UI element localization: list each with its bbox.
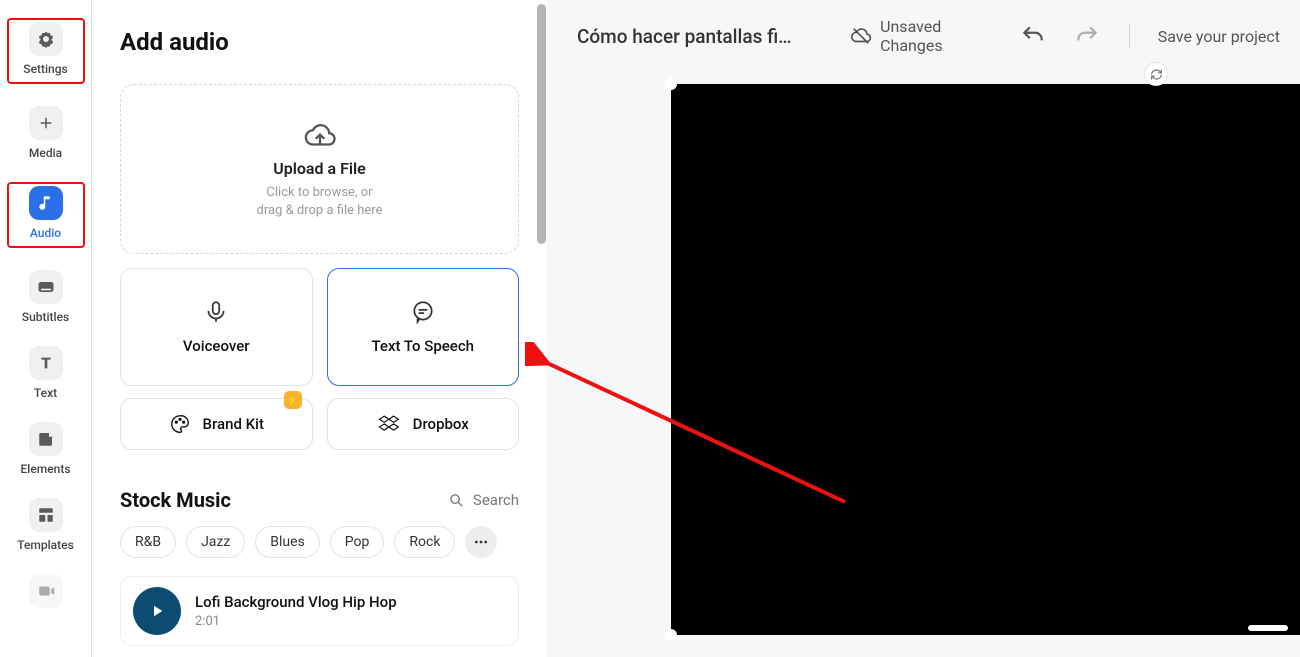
unsaved-indicator: Unsaved Changes — [850, 17, 991, 55]
sidebar-item-label: Settings — [23, 62, 67, 76]
genre-chip[interactable]: Blues — [255, 526, 320, 558]
genre-more-button[interactable] — [465, 526, 497, 558]
upload-title: Upload a File — [273, 159, 366, 178]
sidebar-item-label: Text — [34, 386, 57, 400]
subtitle-icon — [29, 270, 63, 304]
play-button[interactable] — [133, 587, 181, 635]
ellipsis-icon — [473, 534, 489, 550]
plus-icon — [29, 106, 63, 140]
divider — [1129, 23, 1130, 49]
sidebar-item-label: Elements — [21, 462, 71, 476]
resize-handle-top-left[interactable] — [665, 78, 677, 90]
sidebar-item-text[interactable]: Text — [11, 346, 81, 400]
record-icon — [29, 574, 63, 608]
palette-icon — [169, 413, 191, 435]
dropbox-icon — [377, 413, 401, 435]
highlight-audio: Audio — [7, 182, 85, 248]
sidebar: Settings Media Audio Subtitles — [0, 0, 92, 657]
voiceover-label: Voiceover — [183, 337, 250, 355]
cloud-off-icon — [850, 25, 872, 47]
sidebar-item-subtitles[interactable]: Subtitles — [11, 270, 81, 324]
genre-chip[interactable]: Pop — [330, 526, 385, 558]
upload-dropzone[interactable]: Upload a File Click to browse, or drag &… — [120, 84, 519, 254]
brand-kit-button[interactable]: ⚡ Brand Kit — [120, 398, 313, 450]
resize-handle-bottom[interactable] — [1248, 625, 1288, 631]
track-title: Lofi Background Vlog Hip Hop — [195, 593, 397, 611]
text-to-speech-card[interactable]: Text To Speech — [327, 268, 520, 386]
sidebar-item-record[interactable] — [11, 574, 81, 608]
project-title[interactable]: Cómo hacer pantallas final... — [577, 25, 794, 48]
stock-search-button[interactable]: Search — [448, 491, 519, 509]
undo-button[interactable] — [1019, 21, 1046, 51]
canvas-column: Cómo hacer pantallas final... Unsaved Ch… — [547, 0, 1300, 657]
save-project-button[interactable]: Save your project — [1158, 27, 1280, 46]
panel-title: Add audio — [120, 28, 519, 56]
tts-label: Text To Speech — [371, 337, 474, 355]
sticker-icon — [29, 422, 63, 456]
redo-button[interactable] — [1074, 21, 1101, 51]
genre-chips: R&B Jazz Blues Pop Rock — [120, 526, 519, 558]
sidebar-item-label: Subtitles — [22, 310, 69, 324]
sidebar-item-label: Media — [29, 146, 62, 160]
text-icon — [29, 346, 63, 380]
microphone-icon — [203, 299, 229, 325]
sidebar-item-settings[interactable]: Settings — [11, 22, 81, 76]
search-icon — [448, 492, 465, 509]
track-item[interactable]: Lofi Background Vlog Hip Hop 2:01 — [120, 576, 519, 646]
voiceover-card[interactable]: Voiceover — [120, 268, 313, 386]
resize-handle-bottom-left[interactable] — [665, 629, 677, 641]
unsaved-label: Unsaved Changes — [880, 17, 991, 55]
gear-icon — [29, 22, 63, 56]
stock-music-title: Stock Music — [120, 488, 231, 512]
sync-icon — [1144, 62, 1168, 86]
panel-add-audio: Add audio Upload a File Click to browse,… — [92, 0, 547, 657]
video-canvas[interactable] — [671, 84, 1300, 635]
sidebar-item-label: Audio — [30, 226, 61, 240]
genre-chip[interactable]: R&B — [120, 526, 176, 558]
sidebar-item-audio[interactable]: Audio — [11, 186, 81, 240]
templates-icon — [29, 498, 63, 532]
bolt-badge-icon: ⚡ — [284, 391, 302, 409]
brand-kit-label: Brand Kit — [203, 415, 264, 433]
cloud-upload-icon — [303, 119, 337, 153]
search-label: Search — [473, 491, 519, 509]
music-note-icon — [29, 186, 63, 220]
track-duration: 2:01 — [195, 614, 397, 629]
dropbox-label: Dropbox — [413, 415, 469, 433]
sidebar-item-templates[interactable]: Templates — [11, 498, 81, 552]
upload-subtitle: Click to browse, or drag & drop a file h… — [257, 184, 383, 219]
sidebar-item-media[interactable]: Media — [11, 106, 81, 160]
highlight-settings: Settings — [7, 18, 85, 84]
genre-chip[interactable]: Jazz — [186, 526, 245, 558]
scrollbar[interactable] — [537, 4, 546, 244]
dropbox-button[interactable]: Dropbox — [327, 398, 520, 450]
genre-chip[interactable]: Rock — [394, 526, 455, 558]
topbar: Cómo hacer pantallas final... Unsaved Ch… — [547, 0, 1300, 72]
chat-icon — [410, 299, 436, 325]
sidebar-item-elements[interactable]: Elements — [11, 422, 81, 476]
sidebar-item-label: Templates — [17, 538, 74, 552]
